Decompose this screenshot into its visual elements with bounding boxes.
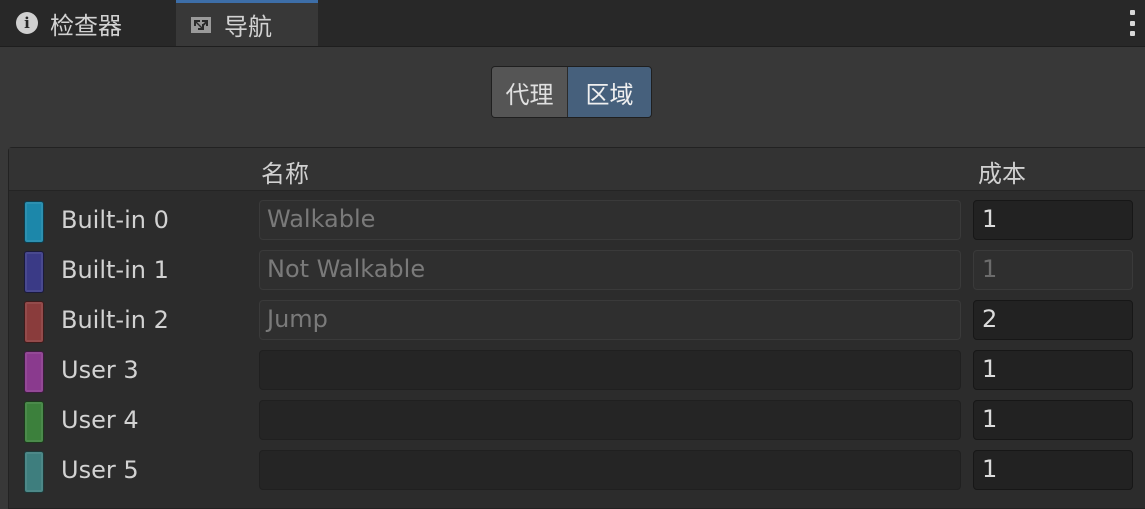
area-label: Built-in 1: [61, 256, 169, 284]
column-header-name: 名称: [261, 160, 309, 188]
areas-segment-button[interactable]: 区域: [568, 67, 651, 117]
area-color-swatch[interactable]: [24, 301, 44, 343]
tab-navigation-label: 导航: [224, 13, 272, 41]
tab-inspector[interactable]: i 检查器: [0, 0, 172, 46]
area-name-field[interactable]: [259, 400, 961, 440]
area-cost-field[interactable]: 1: [973, 450, 1133, 490]
window-tab-bar: i 检查器 导航: [0, 0, 1145, 47]
area-color-swatch[interactable]: [24, 251, 44, 293]
area-row: Built-in 0 Walkable 1: [9, 196, 1145, 246]
area-cost-field[interactable]: 1: [973, 400, 1133, 440]
agents-segment-button[interactable]: 代理: [492, 67, 568, 117]
column-header-cost: 成本: [978, 160, 1026, 188]
more-options-icon[interactable]: [1129, 10, 1135, 36]
area-name-field: Walkable: [259, 200, 961, 240]
area-row: Built-in 2 Jump 2: [9, 296, 1145, 346]
area-color-swatch[interactable]: [24, 351, 44, 393]
navigation-mode-switch: 代理 区域: [491, 66, 652, 118]
area-row: User 5 1: [9, 446, 1145, 496]
area-label: User 4: [61, 406, 139, 434]
area-color-swatch[interactable]: [24, 401, 44, 443]
area-label: User 3: [61, 356, 139, 384]
areas-list: 名称 成本 Built-in 0 Walkable 1 Built-in 1 N…: [8, 147, 1145, 509]
info-icon: i: [16, 12, 38, 34]
area-color-swatch[interactable]: [24, 451, 44, 493]
area-cost-field: 1: [973, 250, 1133, 290]
area-cost-field[interactable]: 1: [973, 350, 1133, 390]
area-name-field: Jump: [259, 300, 961, 340]
area-color-swatch[interactable]: [24, 201, 44, 243]
area-cost-field[interactable]: 1: [973, 200, 1133, 240]
area-name-field[interactable]: [259, 350, 961, 390]
area-label: Built-in 0: [61, 206, 169, 234]
area-name-field[interactable]: [259, 450, 961, 490]
area-row: User 3 1: [9, 346, 1145, 396]
areas-list-header: 名称 成本: [9, 148, 1145, 191]
area-cost-field[interactable]: 2: [973, 300, 1133, 340]
area-label: Built-in 2: [61, 306, 169, 334]
area-label: User 5: [61, 456, 139, 484]
area-row: User 4 1: [9, 396, 1145, 446]
area-name-field: Not Walkable: [259, 250, 961, 290]
navigation-icon: [191, 16, 211, 33]
tab-inspector-label: 检查器: [50, 11, 122, 40]
tab-navigation[interactable]: 导航: [176, 0, 318, 46]
area-row: Built-in 1 Not Walkable 1: [9, 246, 1145, 296]
